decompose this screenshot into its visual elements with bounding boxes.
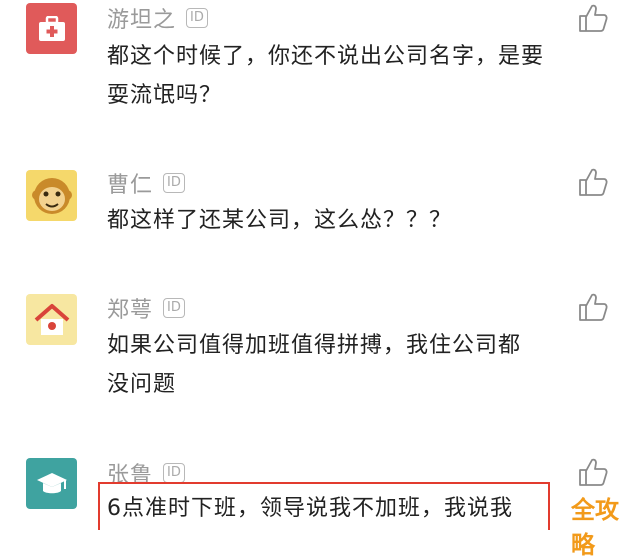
watermark: 全攻略 — [571, 496, 619, 559]
username[interactable]: 郑萼 — [107, 292, 153, 324]
monkey-face-icon — [31, 177, 72, 214]
comment-text: 都这样了还某公司，这么怂？？？ — [107, 208, 453, 233]
id-badge: ID — [163, 298, 185, 318]
thumbs-up-icon[interactable] — [577, 291, 609, 323]
id-badge: ID — [163, 173, 185, 193]
avatar[interactable] — [26, 294, 77, 345]
highlight-box — [98, 482, 550, 530]
username[interactable]: 曹仁 — [107, 167, 153, 199]
id-badge: ID — [163, 463, 185, 483]
comment-text: 如果公司值得加班值得拼搏，我住公司都没问题 — [107, 333, 522, 397]
comment-text: 都这个时候了，你还不说出公司名字，是要耍流氓吗？ — [107, 44, 545, 108]
avatar[interactable] — [26, 170, 77, 221]
thumbs-up-icon[interactable] — [577, 2, 609, 34]
thumbs-up-icon[interactable] — [577, 166, 609, 198]
username[interactable]: 游坦之 — [107, 2, 176, 34]
avatar[interactable] — [26, 458, 77, 509]
thumbs-up-icon[interactable] — [577, 456, 609, 488]
medical-case-icon — [38, 15, 65, 41]
house-icon — [34, 303, 69, 335]
graduation-cap-icon — [36, 472, 67, 493]
avatar[interactable] — [26, 3, 77, 54]
id-badge: ID — [186, 8, 208, 28]
